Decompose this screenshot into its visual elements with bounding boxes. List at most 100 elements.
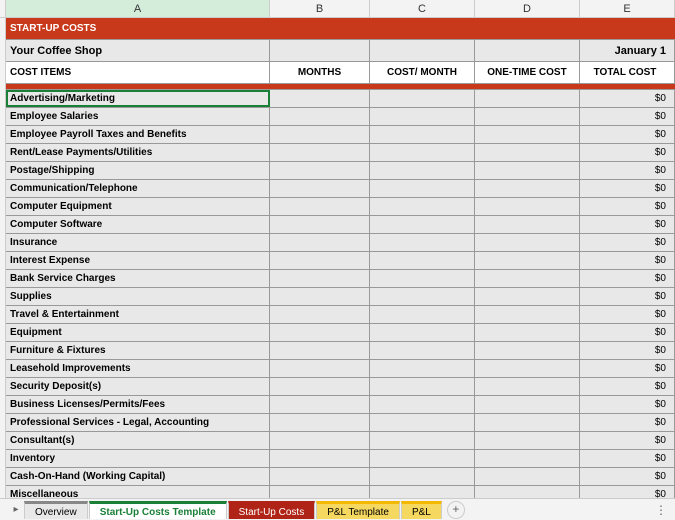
cost-item-label[interactable]: Consultant(s) — [6, 432, 270, 449]
cost-per-month-cell[interactable] — [370, 342, 475, 359]
one-time-cost-cell[interactable] — [475, 90, 580, 107]
cost-item-label[interactable]: Furniture & Fixtures — [6, 342, 270, 359]
total-cost-cell[interactable]: $0 — [580, 414, 675, 431]
cost-item-label[interactable]: Equipment — [6, 324, 270, 341]
months-cell[interactable] — [270, 378, 370, 395]
one-time-cost-cell[interactable] — [475, 126, 580, 143]
one-time-cost-cell[interactable] — [475, 450, 580, 467]
months-cell[interactable] — [270, 144, 370, 161]
cost-per-month-cell[interactable] — [370, 108, 475, 125]
one-time-cost-cell[interactable] — [475, 252, 580, 269]
months-cell[interactable] — [270, 396, 370, 413]
tab-pl-template[interactable]: P&L Template — [316, 501, 400, 519]
total-cost-cell[interactable]: $0 — [580, 486, 675, 498]
one-time-cost-cell[interactable] — [475, 234, 580, 251]
months-cell[interactable] — [270, 252, 370, 269]
cost-per-month-cell[interactable] — [370, 324, 475, 341]
column-header-B[interactable]: B — [270, 0, 370, 17]
tab-overview[interactable]: Overview — [24, 501, 88, 519]
cost-per-month-cell[interactable] — [370, 198, 475, 215]
cost-item-label[interactable]: Insurance — [6, 234, 270, 251]
one-time-cost-cell[interactable] — [475, 324, 580, 341]
column-header-A[interactable]: A — [6, 0, 270, 17]
one-time-cost-cell[interactable] — [475, 198, 580, 215]
cost-per-month-cell[interactable] — [370, 270, 475, 287]
total-cost-cell[interactable]: $0 — [580, 108, 675, 125]
months-cell[interactable] — [270, 216, 370, 233]
cost-per-month-cell[interactable] — [370, 252, 475, 269]
one-time-cost-cell[interactable] — [475, 378, 580, 395]
cost-item-label[interactable]: Bank Service Charges — [6, 270, 270, 287]
cost-item-label[interactable]: Communication/Telephone — [6, 180, 270, 197]
total-cost-cell[interactable]: $0 — [580, 198, 675, 215]
one-time-cost-cell[interactable] — [475, 180, 580, 197]
cost-per-month-cell[interactable] — [370, 468, 475, 485]
cost-per-month-cell[interactable] — [370, 450, 475, 467]
total-cost-cell[interactable]: $0 — [580, 288, 675, 305]
months-cell[interactable] — [270, 342, 370, 359]
total-cost-cell[interactable]: $0 — [580, 234, 675, 251]
tab-scroll-right-icon[interactable]: ▸ — [8, 502, 24, 518]
months-cell[interactable] — [270, 234, 370, 251]
one-time-cost-cell[interactable] — [475, 486, 580, 498]
total-cost-cell[interactable]: $0 — [580, 396, 675, 413]
cost-per-month-cell[interactable] — [370, 288, 475, 305]
total-cost-cell[interactable]: $0 — [580, 90, 675, 107]
total-cost-cell[interactable]: $0 — [580, 126, 675, 143]
one-time-cost-cell[interactable] — [475, 108, 580, 125]
total-cost-cell[interactable]: $0 — [580, 144, 675, 161]
one-time-cost-cell[interactable] — [475, 396, 580, 413]
column-header-C[interactable]: C — [370, 0, 475, 17]
months-cell[interactable] — [270, 180, 370, 197]
total-cost-cell[interactable]: $0 — [580, 270, 675, 287]
cost-per-month-cell[interactable] — [370, 162, 475, 179]
cost-item-label[interactable]: Leasehold Improvements — [6, 360, 270, 377]
date-cell[interactable]: January 1 — [580, 40, 675, 61]
months-cell[interactable] — [270, 108, 370, 125]
months-cell[interactable] — [270, 288, 370, 305]
cost-item-label[interactable]: Rent/Lease Payments/Utilities — [6, 144, 270, 161]
months-cell[interactable] — [270, 126, 370, 143]
header-cost-items[interactable]: COST ITEMS — [6, 62, 270, 83]
cost-item-label[interactable]: Cash-On-Hand (Working Capital) — [6, 468, 270, 485]
add-sheet-button[interactable]: + — [447, 501, 465, 519]
total-cost-cell[interactable]: $0 — [580, 432, 675, 449]
one-time-cost-cell[interactable] — [475, 342, 580, 359]
months-cell[interactable] — [270, 432, 370, 449]
cost-item-label[interactable]: Travel & Entertainment — [6, 306, 270, 323]
cost-item-label[interactable]: Inventory — [6, 450, 270, 467]
total-cost-cell[interactable]: $0 — [580, 180, 675, 197]
months-cell[interactable] — [270, 414, 370, 431]
cost-per-month-cell[interactable] — [370, 414, 475, 431]
cost-item-label[interactable]: Security Deposit(s) — [6, 378, 270, 395]
total-cost-cell[interactable]: $0 — [580, 342, 675, 359]
cost-per-month-cell[interactable] — [370, 396, 475, 413]
cost-per-month-cell[interactable] — [370, 378, 475, 395]
tabs-menu-icon[interactable]: ⋮ — [655, 503, 667, 517]
total-cost-cell[interactable]: $0 — [580, 216, 675, 233]
months-cell[interactable] — [270, 324, 370, 341]
cost-per-month-cell[interactable] — [370, 432, 475, 449]
cost-item-label[interactable]: Employee Salaries — [6, 108, 270, 125]
cost-per-month-cell[interactable] — [370, 360, 475, 377]
one-time-cost-cell[interactable] — [475, 360, 580, 377]
total-cost-cell[interactable]: $0 — [580, 360, 675, 377]
cost-per-month-cell[interactable] — [370, 144, 475, 161]
cost-item-label[interactable]: Advertising/Marketing — [6, 90, 270, 107]
cost-item-label[interactable]: Postage/Shipping — [6, 162, 270, 179]
column-header-E[interactable]: E — [580, 0, 675, 17]
one-time-cost-cell[interactable] — [475, 288, 580, 305]
tab-startup-costs[interactable]: Start-Up Costs — [228, 501, 316, 519]
tab-pl[interactable]: P&L — [401, 501, 442, 519]
cost-per-month-cell[interactable] — [370, 126, 475, 143]
cost-per-month-cell[interactable] — [370, 234, 475, 251]
header-months[interactable]: MONTHS — [270, 62, 370, 83]
column-header-D[interactable]: D — [475, 0, 580, 17]
sheet-title[interactable]: START-UP COSTS — [6, 18, 270, 39]
tab-startup-costs-template[interactable]: Start-Up Costs Template — [89, 501, 227, 519]
total-cost-cell[interactable]: $0 — [580, 450, 675, 467]
months-cell[interactable] — [270, 486, 370, 498]
total-cost-cell[interactable]: $0 — [580, 306, 675, 323]
months-cell[interactable] — [270, 90, 370, 107]
business-name[interactable]: Your Coffee Shop — [6, 40, 270, 61]
